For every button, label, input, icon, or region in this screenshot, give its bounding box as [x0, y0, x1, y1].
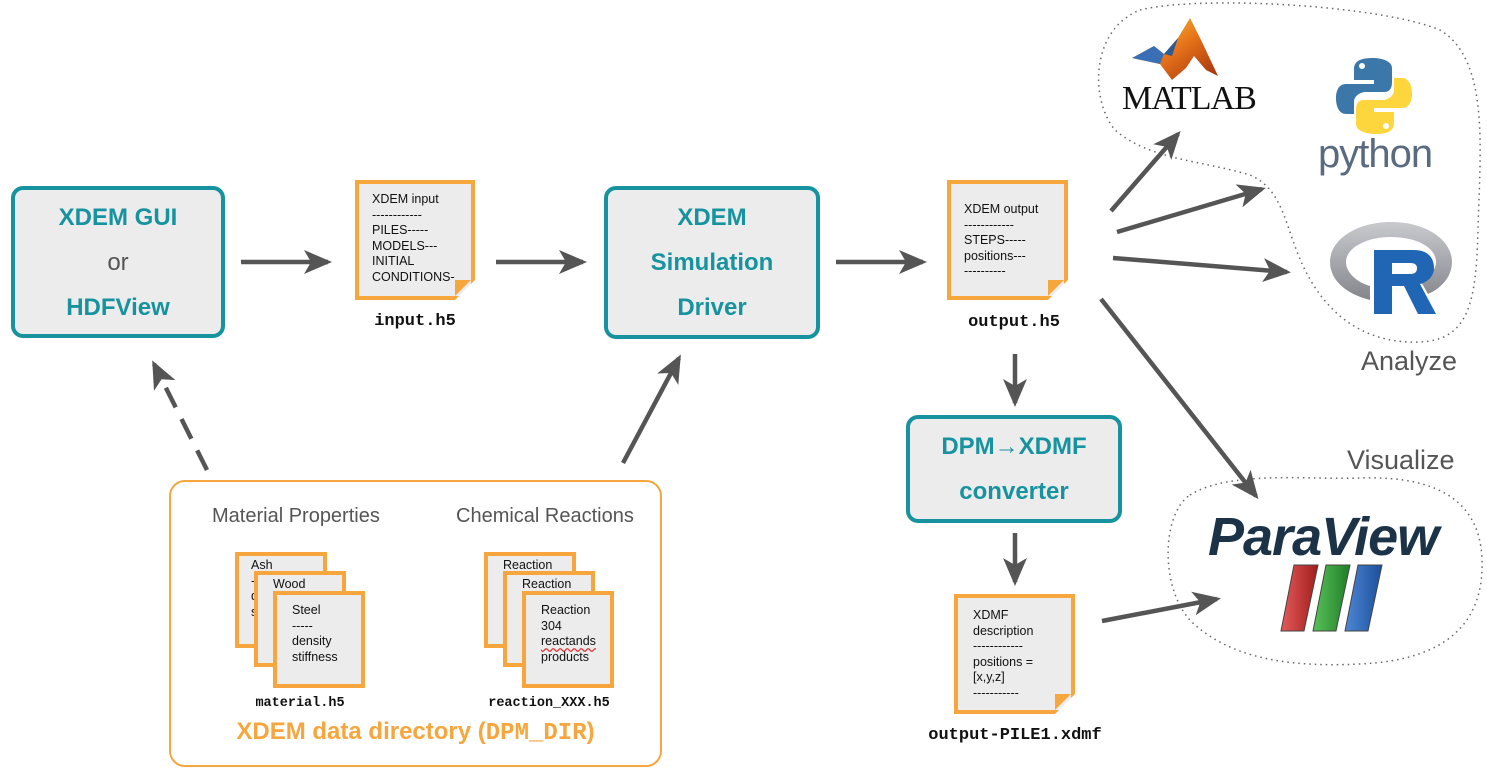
converter-line-1: DPM→XDMF	[941, 433, 1087, 460]
converter-box: DPM→XDMF converter	[906, 415, 1122, 523]
gui-box-title: XDEM GUI	[58, 203, 178, 231]
reaction-heading: Chemical Reactions	[456, 505, 634, 527]
gui-box-or: or	[107, 248, 129, 276]
reaction304-line-3: products	[541, 649, 589, 664]
steel-line-3: stiffness	[292, 649, 338, 664]
reaction-filename: reaction_XXX.h5	[488, 696, 610, 711]
arrow-output-to-matlab	[1109, 130, 1181, 213]
visualize-label: Visualize	[1347, 445, 1455, 475]
driver-line-3: Driver	[677, 294, 747, 321]
arrow-output-to-python	[1116, 184, 1266, 235]
output-line-4: ----------	[964, 264, 1006, 279]
python-label: python	[1318, 132, 1433, 176]
arrow-output-to-paraview	[1099, 297, 1259, 500]
matlab-label: MATLAB	[1122, 80, 1257, 117]
data-dir-title-prefix: XDEM data directory (	[236, 718, 486, 745]
data-dir-title-code: DPM_DIR	[485, 720, 587, 747]
input-line-1: ------------	[372, 207, 422, 222]
analyze-label: Analyze	[1361, 346, 1458, 376]
xdmf-line-2: ------------	[973, 639, 1023, 654]
reaction304-line-1: 304	[541, 618, 562, 633]
driver-line-1: XDEM	[677, 204, 747, 231]
input-line-3: MODELS---	[372, 238, 438, 253]
paraview-bars-icon	[1280, 564, 1383, 632]
arrow-datadir-to-gui-dashed	[151, 360, 210, 472]
steel-line-1: -----	[292, 618, 313, 633]
xdmf-filename: output-PILE1.xdmf	[928, 726, 1102, 745]
steel-line-0: Steel	[292, 603, 321, 617]
output-line-0: XDEM output	[964, 202, 1039, 216]
output-filename: output.h5	[968, 313, 1060, 332]
converter-line-2: converter	[959, 478, 1069, 505]
output-line-1: ------------	[964, 217, 1014, 232]
python-logo-icon	[1336, 58, 1412, 134]
xdmf-line-4: [x,y,z]	[973, 670, 1005, 685]
simulation-driver-box: XDEM Simulation Driver	[604, 186, 820, 339]
data-directory-title: XDEM data directory (DPM_DIR)	[169, 718, 662, 747]
input-file-doc: XDEM input ------------ PILES----- MODEL…	[355, 180, 475, 300]
arrow-xdmf-to-paraview	[1101, 591, 1221, 624]
gui-box-hdfview: HDFView	[66, 293, 170, 321]
input-line-0: XDEM input	[372, 192, 439, 206]
reaction-doc-304: Reaction 304 reactands products	[522, 591, 614, 688]
steel-line-2: density	[292, 634, 332, 648]
output-file-doc: XDEM output ------------ STEPS----- posi…	[947, 180, 1068, 300]
paraview-label: ParaView	[1208, 507, 1439, 567]
material-filename: material.h5	[255, 696, 345, 711]
arrow-datadir-to-driver	[621, 354, 681, 465]
input-filename: input.h5	[374, 312, 456, 331]
r-logo-icon	[1330, 222, 1452, 314]
output-line-3: positions---	[964, 248, 1026, 263]
matlab-logo-icon	[1132, 18, 1218, 80]
material-heading: Material Properties	[212, 505, 380, 527]
input-line-4: INITIAL	[372, 254, 415, 269]
xdem-gui-box: XDEM GUI or HDFView	[11, 186, 225, 338]
input-line-2: PILES-----	[372, 223, 429, 238]
reaction304-line-2: reactands	[541, 634, 596, 648]
driver-line-2: Simulation	[650, 249, 774, 276]
xdmf-file-doc: XDMF description ------------ positions …	[954, 594, 1075, 714]
output-line-2: STEPS-----	[964, 233, 1026, 248]
xdmf-line-3: positions =	[973, 654, 1034, 669]
arrow-output-to-r	[1112, 255, 1291, 283]
material-doc-steel: Steel ----- density stiffness	[273, 591, 365, 688]
xdmf-line-1: description	[973, 623, 1034, 638]
xdmf-line-0: XDMF	[973, 608, 1009, 622]
reaction304-line-0: Reaction	[541, 603, 591, 617]
data-dir-title-suffix: )	[586, 718, 595, 745]
